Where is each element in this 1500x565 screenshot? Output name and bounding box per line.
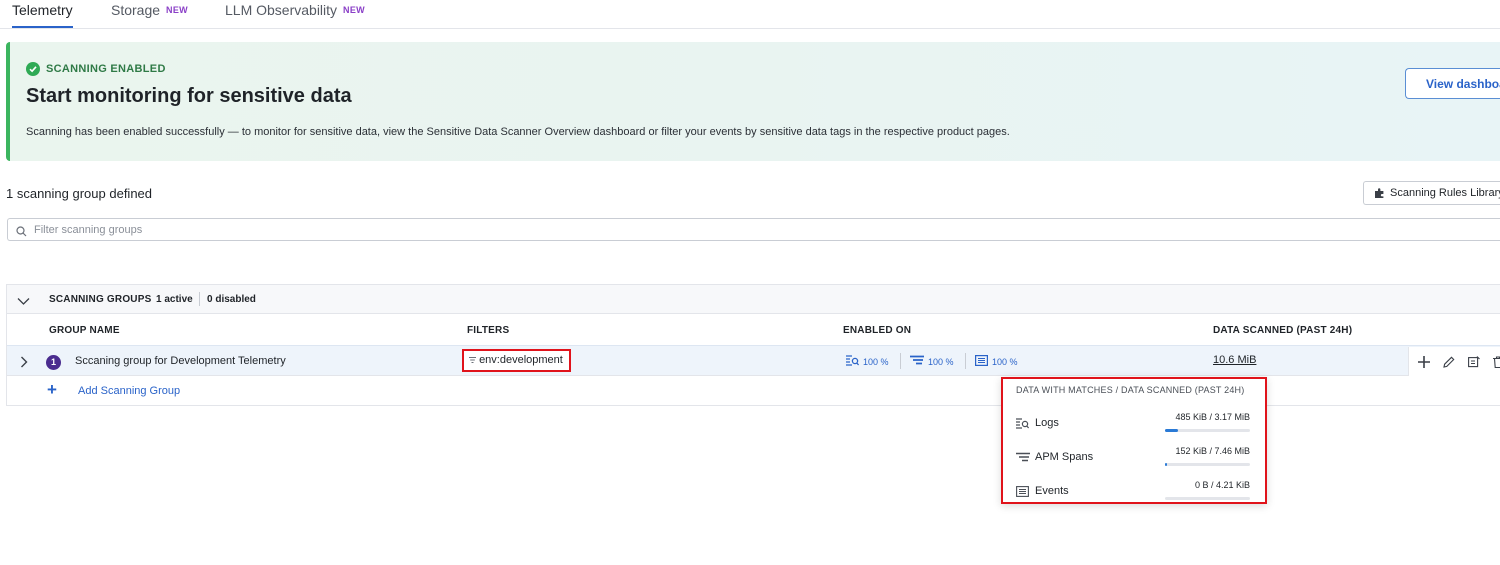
group-name: Sccaning group for Development Telemetry [75,355,286,367]
section-label: SCANNING GROUPS [49,294,152,305]
data-scanned-popover: DATA WITH MATCHES / DATA SCANNED (PAST 2… [1001,377,1267,504]
popover-title: DATA WITH MATCHES / DATA SCANNED (PAST 2… [1016,385,1245,395]
logs-icon [846,355,860,368]
data-scanned-link[interactable]: 10.6 MiB [1213,354,1256,366]
active-count: 1 active [156,294,193,305]
disabled-count: 0 disabled [207,294,256,305]
popover-row-name: Logs [1035,417,1059,429]
popover-row-name: Events [1035,485,1069,497]
new-badge: NEW [343,5,365,15]
events-icon [975,355,989,368]
popover-row-events: Events 0 B / 4.21 KiB [1003,480,1265,512]
chevron-right-icon[interactable] [20,355,28,373]
puzzle-icon [1374,188,1385,202]
popover-row-apm-spans: APM Spans 152 KiB / 7.46 MiB [1003,446,1265,478]
apm-spans-icon [910,355,924,368]
popover-row-name: APM Spans [1035,451,1094,463]
popover-row-value: 485 KiB / 3.17 MiB [1175,412,1250,422]
events-percent: 100 % [992,356,1018,367]
product-tabs: Telemetry Storage NEW LLM Observability NE… [0,0,1500,29]
plus-icon[interactable]: + [47,381,57,398]
progress-bar [1165,429,1250,432]
progress-bar [1165,463,1250,466]
banner-title: Start monitoring for sensitive data [26,85,352,107]
col-header-enabled-on: ENABLED ON [843,325,912,336]
status-text: SCANNING ENABLED [46,63,166,75]
tab-llm-observability[interactable]: LLM Observability NEW [225,0,365,28]
view-dashboard-button[interactable]: View dashboard [1405,68,1500,99]
check-circle-icon [26,62,40,76]
divider [900,353,901,369]
progress-fill [1165,429,1178,432]
status-badge: SCANNING ENABLED [26,62,166,76]
delete-icon[interactable] [1493,355,1500,373]
enabled-events: 100 % [975,355,1018,368]
progress-bar [1165,497,1250,500]
scanning-rules-library-button[interactable]: Scanning Rules Library [1363,181,1500,205]
add-rule-icon[interactable] [1418,355,1430,373]
logs-icon [1016,416,1030,434]
popover-row-value: 0 B / 4.21 KiB [1194,480,1250,490]
filter-icon [469,354,479,366]
table-row[interactable]: 1 Sccaning group for Development Telemet… [7,345,1500,376]
col-header-group-name: GROUP NAME [49,325,120,336]
col-header-filters: FILTERS [467,325,510,336]
tab-label: Storage [111,2,161,18]
tab-storage[interactable]: Storage NEW [111,0,188,28]
apm-spans-icon [1016,450,1030,468]
popover-row-value: 152 KiB / 7.46 MiB [1175,446,1250,456]
apm-spans-percent: 100 % [928,356,954,367]
tab-telemetry[interactable]: Telemetry [12,0,73,28]
filter-tag[interactable]: env:development [462,349,571,372]
tab-label: Telemetry [12,2,73,18]
popover-row-logs: Logs 485 KiB / 3.17 MiB [1003,412,1265,444]
divider [965,353,966,369]
new-badge: NEW [166,5,188,15]
groups-summary: 1 scanning group defined [6,186,153,201]
library-label: Scanning Rules Library [1390,187,1500,199]
add-scanning-group[interactable]: + Add Scanning Group [7,376,1500,406]
chevron-down-icon[interactable] [17,293,30,311]
tab-label: LLM Observability [225,2,338,18]
section-header[interactable]: SCANNING GROUPS 1 active 0 disabled [7,285,1500,314]
scanning-groups-table: SCANNING GROUPS 1 active 0 disabled GROU… [6,284,1500,406]
edit-icon[interactable] [1443,355,1455,373]
add-scanning-group-link[interactable]: Add Scanning Group [78,385,180,397]
banner-description: Scanning has been enabled successfully —… [26,126,1010,138]
col-header-data-scanned: DATA SCANNED (PAST 24H) [1213,325,1353,336]
events-icon [1016,484,1029,502]
enabled-logs: 100 % [846,355,889,368]
filter-value: env:development [479,354,563,366]
progress-fill [1165,463,1167,466]
row-actions [1408,347,1500,376]
search-icon [16,224,27,242]
enabled-apm-spans: 100 % [910,355,954,368]
group-index-badge: 1 [46,355,61,370]
scanning-enabled-banner: SCANNING ENABLED Start monitoring for se… [6,42,1500,161]
divider [199,292,200,306]
search-input[interactable] [34,222,834,238]
reorder-icon[interactable] [1468,355,1480,373]
logs-percent: 100 % [863,356,889,367]
filter-search-box [7,218,1500,241]
